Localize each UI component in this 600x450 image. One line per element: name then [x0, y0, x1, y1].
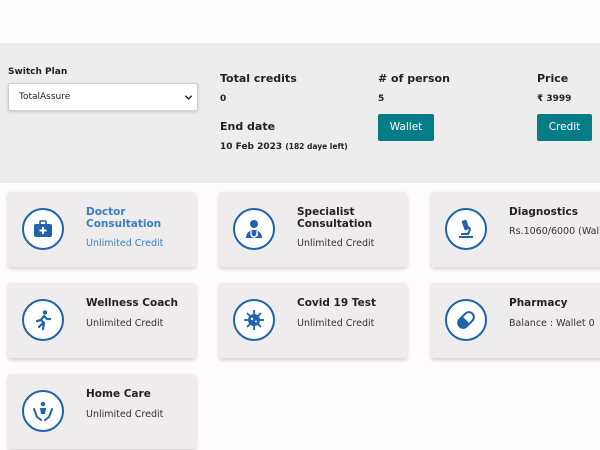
service-title: Pharmacy	[509, 297, 568, 309]
service-subtitle: Unlimited Credit	[297, 238, 375, 249]
microscope-icon	[445, 208, 487, 250]
service-title: Diagnostics	[509, 206, 578, 218]
plan-select[interactable]: TotalAssure	[8, 83, 198, 111]
service-card-covid-19-test[interactable]: Covid 19 Test Unlimited Credit	[219, 283, 407, 358]
service-title: Specialist Consultation	[297, 206, 373, 230]
plan-summary-panel: Switch Plan TotalAssure Total credits 0 …	[0, 43, 600, 183]
price-value: ₹ 3999	[537, 94, 572, 104]
end-date-value: 10 Feb 2023 (182 daye left)	[220, 142, 348, 152]
running-person-icon	[22, 299, 64, 341]
service-card-specialist-consultation[interactable]: Specialist Consultation Unlimited Credit	[219, 192, 407, 267]
service-card-diagnostics[interactable]: Diagnostics Rs.1060/6000 (Wallet)	[431, 192, 600, 267]
service-card-doctor-consultation[interactable]: Doctor Consultation Unlimited Credit	[8, 192, 196, 267]
total-credits-label: Total credits	[220, 72, 297, 85]
service-subtitle: Rs.1060/6000 (Wallet)	[509, 226, 600, 237]
persons-label: # of person	[378, 72, 450, 85]
price-label: Price	[537, 72, 569, 85]
service-card-wellness-coach[interactable]: Wellness Coach Unlimited Credit	[8, 283, 196, 358]
total-credits-value: 0	[220, 94, 227, 104]
service-subtitle: Unlimited Credit	[86, 409, 164, 420]
care-hands-icon	[22, 390, 64, 432]
pill-icon	[445, 299, 487, 341]
chevron-down-icon	[184, 95, 193, 100]
doctor-icon	[233, 208, 275, 250]
plan-select-value: TotalAssure	[19, 92, 71, 102]
virus-icon	[233, 299, 275, 341]
service-card-pharmacy[interactable]: Pharmacy Balance : Wallet 0	[431, 283, 600, 358]
service-subtitle: Unlimited Credit	[86, 318, 164, 329]
end-date: 10 Feb 2023	[220, 142, 283, 152]
medical-kit-icon	[22, 208, 64, 250]
credit-button[interactable]: Credit	[537, 114, 592, 141]
days-left: (182 daye left)	[285, 142, 348, 151]
service-title: Wellness Coach	[86, 297, 178, 309]
switch-plan-label: Switch Plan	[8, 67, 68, 77]
service-title: Home Care	[86, 388, 151, 400]
end-date-label: End date	[220, 120, 276, 133]
service-subtitle: Unlimited Credit	[86, 238, 164, 249]
service-subtitle: Unlimited Credit	[297, 318, 375, 329]
service-title: Doctor Consultation	[86, 206, 162, 230]
service-card-home-care[interactable]: Home Care Unlimited Credit	[8, 374, 196, 449]
wallet-button[interactable]: Wallet	[378, 114, 434, 141]
persons-value: 5	[378, 94, 385, 104]
service-title: Covid 19 Test	[297, 297, 376, 309]
service-subtitle: Balance : Wallet 0	[509, 318, 595, 329]
